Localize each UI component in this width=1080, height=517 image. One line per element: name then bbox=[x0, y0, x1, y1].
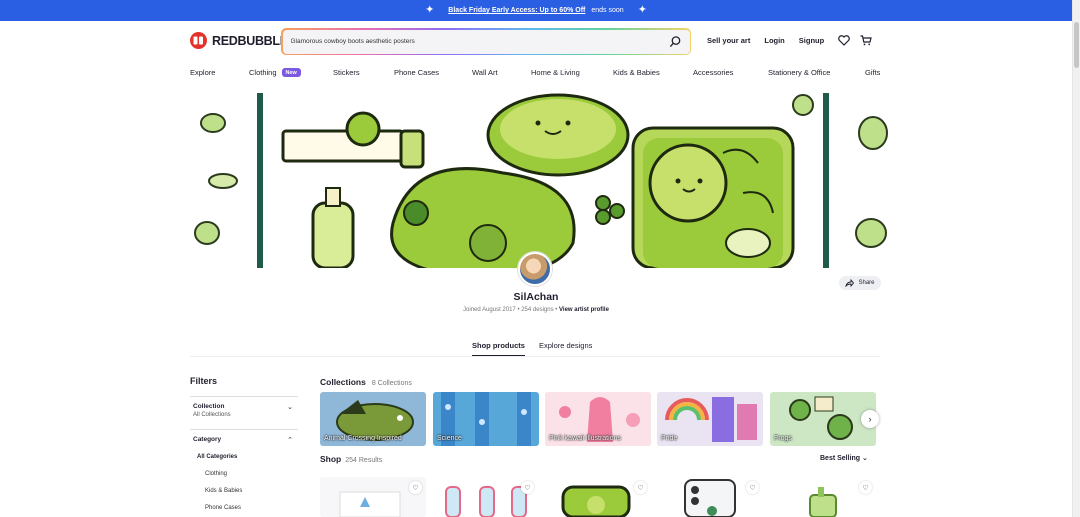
heart-icon[interactable]: ♡ bbox=[634, 481, 647, 494]
chevron-up-icon: ⌃ bbox=[287, 437, 293, 444]
category-kids-babies[interactable]: Kids & Babies bbox=[205, 488, 295, 494]
nav-label: Phone Cases bbox=[394, 68, 440, 77]
joined-date: Joined August 2017 bbox=[463, 307, 516, 313]
logo[interactable]: REDBUBBLE bbox=[190, 32, 288, 49]
collection-card[interactable]: Pride bbox=[657, 392, 763, 446]
collection-label: Pink kawaii illustrations bbox=[549, 435, 621, 442]
shop-heading: Shop 254 Results bbox=[320, 454, 382, 464]
collection-card[interactable]: Animal Crossing Inspired bbox=[320, 392, 426, 446]
nav-home-living[interactable]: Home & Living bbox=[531, 68, 580, 77]
sparkle-icon: ✦ bbox=[637, 4, 647, 16]
heart-icon[interactable]: ♡ bbox=[859, 481, 872, 494]
collection-label: Frogs bbox=[774, 435, 792, 442]
nav-label: Clothing bbox=[249, 68, 277, 77]
artist-name: SilAchan bbox=[513, 291, 559, 303]
chevron-down-icon: ⌄ bbox=[287, 404, 293, 411]
tab-shop-products[interactable]: Shop products bbox=[472, 341, 525, 357]
avatar[interactable] bbox=[518, 252, 552, 286]
category-nav: Explore Clothing New Stickers Phone Cases… bbox=[0, 63, 1072, 83]
chevron-right-icon[interactable]: › bbox=[861, 410, 879, 428]
collections-heading: Collections 8 Collections bbox=[320, 377, 412, 387]
nav-clothing[interactable]: Clothing New bbox=[249, 68, 301, 77]
product-card[interactable]: ♡ bbox=[770, 477, 876, 517]
promo-link[interactable]: Black Friday Early Access: Up to 60% Off bbox=[448, 7, 585, 14]
product-card[interactable]: ♡ bbox=[320, 477, 426, 517]
collection-label: Pride bbox=[661, 435, 678, 442]
tab-explore-designs[interactable]: Explore designs bbox=[539, 341, 592, 350]
filter-category-title: Category bbox=[193, 436, 222, 443]
artist-meta: Joined August 2017 • 254 designs • View … bbox=[0, 307, 1072, 313]
collections-count: 8 Collections bbox=[371, 380, 412, 387]
chevron-down-icon: ⌄ bbox=[862, 455, 868, 462]
sell-your-art-link[interactable]: Sell your art bbox=[707, 36, 750, 45]
login-link[interactable]: Login bbox=[764, 36, 784, 45]
signup-link[interactable]: Signup bbox=[799, 36, 824, 45]
nav-label: Gifts bbox=[865, 68, 881, 77]
share-icon bbox=[845, 279, 855, 287]
redbubble-logo-icon bbox=[190, 32, 207, 49]
nav-label: Home & Living bbox=[531, 68, 580, 77]
heart-icon[interactable]: ♡ bbox=[521, 481, 534, 494]
sort-dropdown[interactable]: Best Selling ⌄ bbox=[820, 454, 868, 462]
logo-text: REDBUBBLE bbox=[212, 33, 288, 48]
nav-stationery-office[interactable]: Stationery & Office bbox=[768, 68, 830, 77]
meta-separator: • bbox=[517, 307, 520, 313]
nav-wall-art[interactable]: Wall Art bbox=[472, 68, 498, 77]
filter-category[interactable]: Category ⌃ All Categories Clothing Kids … bbox=[190, 429, 298, 516]
new-badge: New bbox=[281, 68, 301, 77]
filters-panel: Filters Collection All Collections ⌄ Cat… bbox=[190, 376, 298, 516]
product-card[interactable]: ♡ bbox=[657, 477, 763, 517]
collections-title: Collections bbox=[320, 377, 366, 387]
product-card[interactable]: ♡ bbox=[545, 477, 651, 517]
scrollbar-thumb[interactable] bbox=[1074, 22, 1079, 68]
share-label: Share bbox=[858, 280, 875, 286]
nav-label: Accessories bbox=[693, 68, 734, 77]
heart-icon[interactable] bbox=[838, 35, 850, 46]
nav-kids-babies[interactable]: Kids & Babies bbox=[613, 68, 660, 77]
product-card[interactable]: ♡ bbox=[432, 477, 538, 517]
nav-label: Stickers bbox=[333, 68, 360, 77]
category-phone-cases[interactable]: Phone Cases bbox=[205, 505, 295, 511]
promo-bar: ✦ Black Friday Early Access: Up to 60% O… bbox=[0, 0, 1072, 21]
page-scrollbar[interactable] bbox=[1072, 0, 1080, 517]
filter-collection-title: Collection bbox=[193, 403, 225, 410]
promo-suffix: ends soon bbox=[591, 7, 624, 14]
search-icon[interactable] bbox=[669, 35, 682, 48]
filter-collection[interactable]: Collection All Collections ⌄ bbox=[190, 396, 298, 423]
nav-gifts[interactable]: Gifts bbox=[865, 68, 880, 77]
nav-explore[interactable]: Explore bbox=[190, 68, 215, 77]
nav-label: Wall Art bbox=[472, 68, 498, 77]
category-all[interactable]: All Categories bbox=[197, 454, 295, 460]
collection-card[interactable]: Pink kawaii illustrations bbox=[545, 392, 651, 446]
nav-accessories[interactable]: Accessories bbox=[693, 68, 733, 77]
collection-card[interactable]: Science bbox=[433, 392, 539, 446]
category-clothing[interactable]: Clothing bbox=[205, 471, 295, 477]
design-count: 254 designs bbox=[521, 307, 554, 313]
cart-icon[interactable] bbox=[860, 35, 872, 46]
shop-title: Shop bbox=[320, 454, 342, 464]
sparkle-icon: ✦ bbox=[425, 4, 435, 16]
view-artist-profile-link[interactable]: View artist profile bbox=[559, 307, 609, 313]
sort-value: Best Selling bbox=[820, 455, 861, 462]
search-input[interactable] bbox=[290, 38, 669, 45]
share-button[interactable]: Share bbox=[839, 276, 881, 290]
collection-label: Science bbox=[437, 435, 462, 442]
meta-separator: • bbox=[555, 307, 558, 313]
artist-banner bbox=[183, 93, 889, 268]
tabs-divider bbox=[190, 356, 880, 357]
nav-stickers[interactable]: Stickers bbox=[333, 68, 360, 77]
shop-count: 254 Results bbox=[345, 457, 383, 464]
nav-phone-cases[interactable]: Phone Cases bbox=[394, 68, 439, 77]
nav-label: Explore bbox=[190, 68, 216, 77]
banner-illustration bbox=[183, 93, 889, 268]
heart-icon[interactable]: ♡ bbox=[409, 481, 422, 494]
nav-label: Kids & Babies bbox=[613, 68, 660, 77]
site-header: REDBUBBLE Sell your art Login Signup bbox=[0, 21, 1072, 63]
collection-label: Animal Crossing Inspired bbox=[324, 435, 402, 442]
filters-title: Filters bbox=[190, 376, 218, 386]
heart-icon[interactable]: ♡ bbox=[746, 481, 759, 494]
nav-label: Stationery & Office bbox=[768, 68, 831, 77]
filter-collection-value: All Collections bbox=[193, 412, 231, 418]
search-box[interactable] bbox=[281, 28, 691, 55]
